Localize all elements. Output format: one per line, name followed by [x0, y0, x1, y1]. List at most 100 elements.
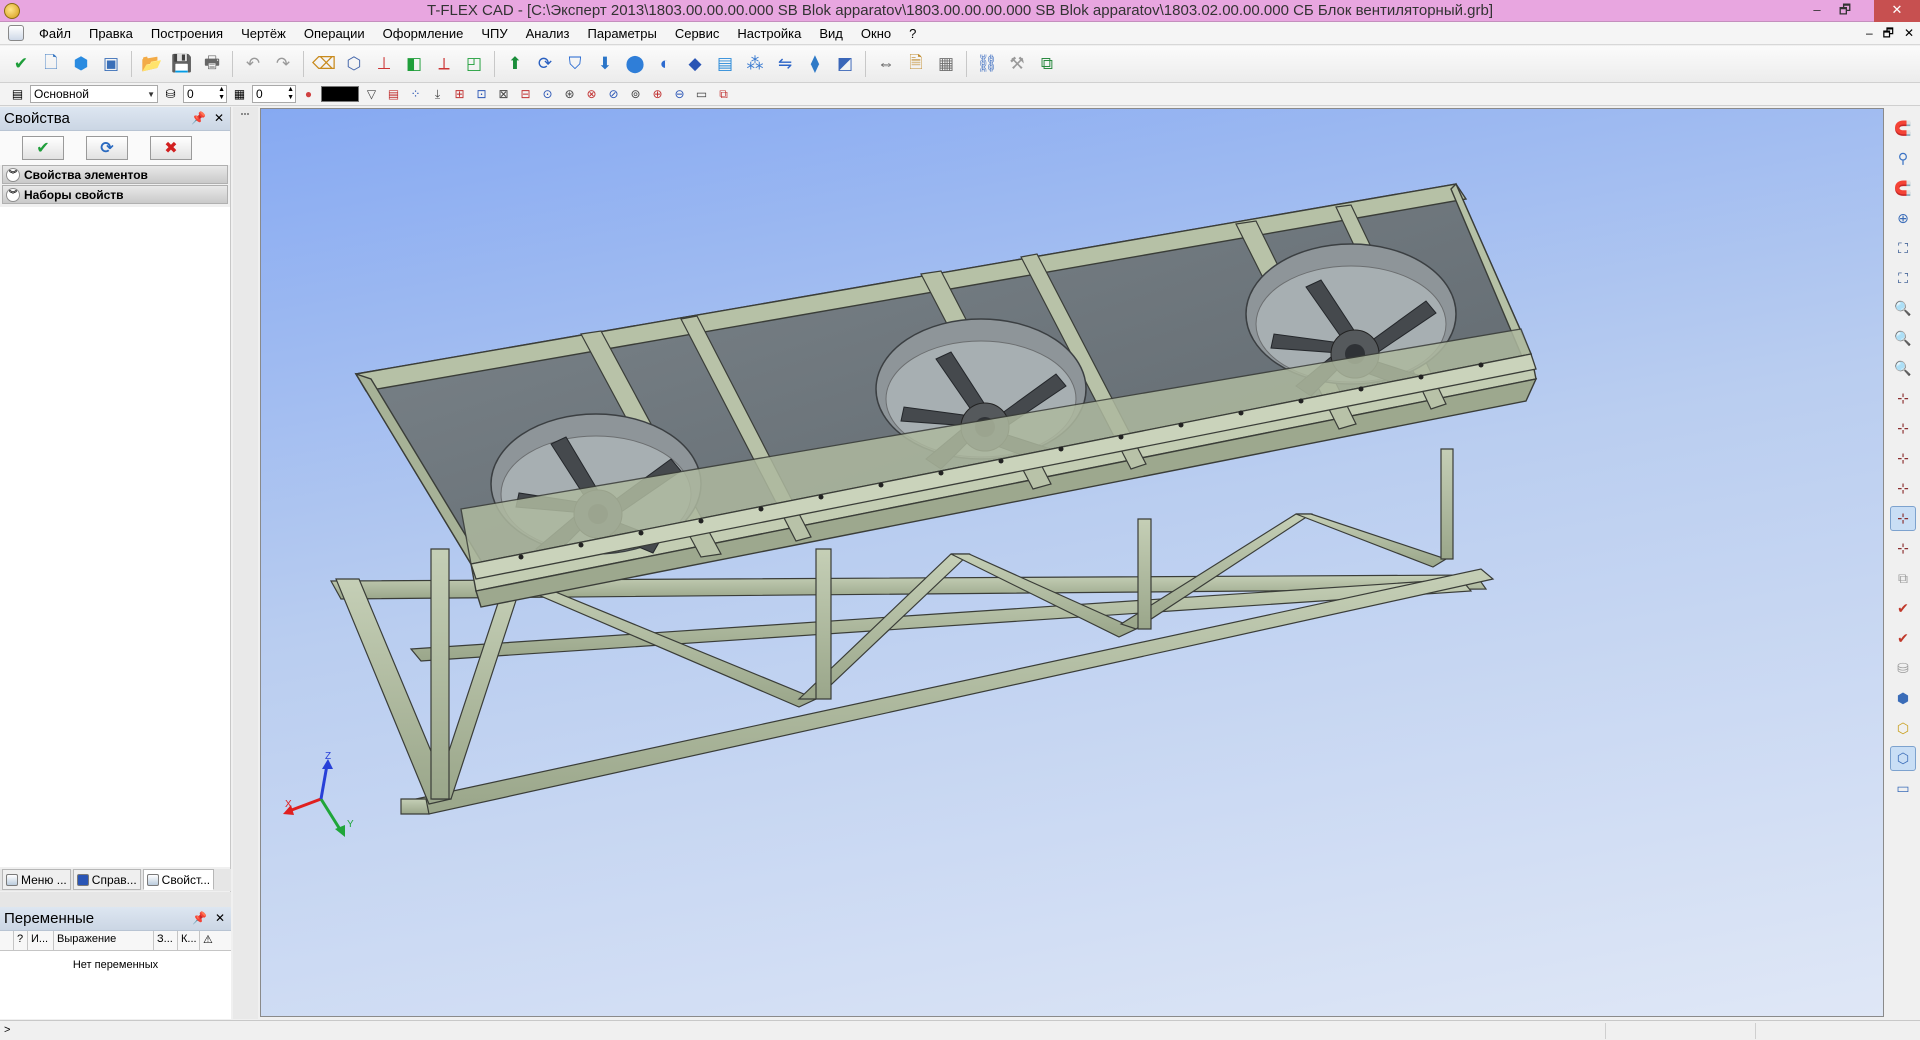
check-body-icon[interactable]: ✔: [1890, 596, 1916, 621]
loft-icon[interactable]: ⛉: [562, 50, 588, 78]
section-property-sets[interactable]: ︾ Наборы свойств: [2, 185, 228, 204]
column-header[interactable]: З...: [154, 931, 178, 950]
close-icon[interactable]: ✕: [215, 911, 225, 925]
node-icon[interactable]: ⁘: [406, 85, 425, 104]
frame-icon[interactable]: ▭: [1890, 776, 1916, 801]
open-folder-icon[interactable]: 📂: [139, 50, 165, 78]
calculator-icon[interactable]: ▦: [933, 50, 959, 78]
coordinate-system-icon[interactable]: ⟂: [431, 50, 457, 78]
print-icon[interactable]: 🖶: [199, 50, 225, 78]
snap-custom-icon[interactable]: ⧉: [714, 85, 733, 104]
column-header[interactable]: Выражение: [54, 931, 154, 950]
snap-end-icon[interactable]: ⊠: [494, 85, 513, 104]
chamfer-icon[interactable]: ◆: [682, 50, 708, 78]
snap-quadrant-icon[interactable]: ⊖: [670, 85, 689, 104]
column-header[interactable]: ?: [14, 931, 28, 950]
undo-icon[interactable]: ↶: [240, 50, 266, 78]
snap-vertex-icon[interactable]: ⊹: [1890, 536, 1916, 561]
tab-help[interactable]: Справ...: [72, 869, 141, 890]
profile-icon[interactable]: ◧: [401, 50, 427, 78]
snap-active-icon[interactable]: ⊹: [1890, 506, 1916, 531]
column-header[interactable]: К...: [178, 931, 200, 950]
menu-item-10[interactable]: Настройка: [728, 22, 810, 45]
eraser-icon[interactable]: ⌫: [311, 50, 337, 78]
menu-item-7[interactable]: Анализ: [517, 22, 579, 45]
document-icon[interactable]: [8, 25, 24, 41]
magnet-icon[interactable]: 🧲: [1890, 116, 1916, 141]
command-prompt[interactable]: >: [4, 1024, 10, 1036]
extrusion-icon[interactable]: ⬆: [502, 50, 528, 78]
save-icon[interactable]: 💾: [169, 50, 195, 78]
workplane-icon[interactable]: ◰: [461, 50, 487, 78]
tools-icon[interactable]: ⚒: [1004, 50, 1030, 78]
sheet-metal-icon[interactable]: ⧫: [802, 50, 828, 78]
menu-item-13[interactable]: ?: [900, 22, 925, 45]
snap-icon[interactable]: ⤓: [428, 85, 447, 104]
snap-face-icon[interactable]: ⊹: [1890, 476, 1916, 501]
3d-model-icon[interactable]: ⬢: [68, 50, 94, 78]
menu-item-12[interactable]: Окно: [852, 22, 900, 45]
check-face-icon[interactable]: ✔: [1890, 626, 1916, 651]
panel-splitter[interactable]: [233, 107, 258, 1019]
snap-vertex-icon[interactable]: ⊕: [648, 85, 667, 104]
menu-item-11[interactable]: Вид: [810, 22, 852, 45]
layer-select[interactable]: Основной ▼: [30, 85, 158, 103]
panel-divider[interactable]: [0, 892, 231, 907]
section-element-properties[interactable]: ︾ Свойства элементов: [2, 165, 228, 184]
3d-viewport[interactable]: Z X Y: [260, 108, 1884, 1017]
snap-center-icon[interactable]: ⊙: [538, 85, 557, 104]
snap-edge-icon[interactable]: ⊹: [1890, 446, 1916, 471]
copy-icon[interactable]: ⧉: [1890, 566, 1916, 591]
menu-item-5[interactable]: Оформление: [374, 22, 473, 45]
array-icon[interactable]: ⁂: [742, 50, 768, 78]
fit-page-icon[interactable]: ⛶: [1890, 266, 1916, 291]
new-file-icon[interactable]: 🗋: [38, 50, 64, 78]
snap-intersection-icon[interactable]: ⊗: [582, 85, 601, 104]
zoom-previous-icon[interactable]: 🔍: [1890, 356, 1916, 381]
level1-stepper[interactable]: 0 ▲ ▼: [183, 85, 227, 103]
tab-menu[interactable]: Меню ...: [2, 869, 71, 890]
column-header[interactable]: [0, 931, 14, 950]
snap-grid-icon[interactable]: ⊞: [450, 85, 469, 104]
menu-item-3[interactable]: Чертёж: [232, 22, 295, 45]
cancel-button[interactable]: ✖: [150, 136, 192, 160]
redo-icon[interactable]: ↷: [270, 50, 296, 78]
menu-item-4[interactable]: Операции: [295, 22, 374, 45]
close-icon[interactable]: ✕: [214, 111, 224, 125]
snap-tangent-icon[interactable]: ⊛: [560, 85, 579, 104]
measure-icon[interactable]: ⇔: [873, 50, 899, 78]
mdi-minimize-icon[interactable]: –: [1866, 22, 1873, 45]
minimize-icon[interactable]: –: [1802, 0, 1832, 22]
snap-line-icon[interactable]: ⊡: [472, 85, 491, 104]
shade-icon[interactable]: ⬢: [1890, 686, 1916, 711]
zoom-window-icon[interactable]: ⊕: [1890, 206, 1916, 231]
pin-icon[interactable]: 📌: [192, 911, 207, 925]
level2-stepper[interactable]: 0 ▲ ▼: [252, 85, 296, 103]
magnet-off-icon[interactable]: ⚲: [1890, 146, 1916, 171]
smooth-icon[interactable]: ◐: [652, 50, 678, 78]
mdi-restore-icon[interactable]: 🗗: [1883, 22, 1894, 45]
axis-icon[interactable]: ⊥: [371, 50, 397, 78]
stepper-arrows-icon[interactable]: ▲ ▼: [218, 86, 225, 102]
menu-item-6[interactable]: ЧПУ: [472, 22, 516, 45]
section-icon[interactable]: ◩: [832, 50, 858, 78]
snap-point-icon[interactable]: ⊹: [1890, 416, 1916, 441]
report-icon[interactable]: 🗎: [903, 50, 929, 78]
link-icon[interactable]: ⛓: [974, 50, 1000, 78]
mdi-close-icon[interactable]: ✕: [1904, 22, 1914, 45]
maximize-icon[interactable]: 🗗: [1830, 0, 1860, 22]
filter-icon[interactable]: ▽: [362, 85, 381, 104]
menu-item-9[interactable]: Сервис: [666, 22, 729, 45]
menu-item-0[interactable]: Файл: [30, 22, 80, 45]
tab-properties[interactable]: Свойст...: [142, 869, 215, 890]
stepper-arrows-icon[interactable]: ▲ ▼: [287, 86, 294, 102]
menu-item-1[interactable]: Правка: [80, 22, 142, 45]
magnet-on-icon[interactable]: 🧲: [1890, 176, 1916, 201]
ok-button[interactable]: ✔: [22, 136, 64, 160]
checkmark-icon[interactable]: ✔: [8, 50, 34, 78]
refresh-button[interactable]: ⟳: [86, 136, 128, 160]
sweep-icon[interactable]: ⬇: [592, 50, 618, 78]
zoom-in-icon[interactable]: 🔍: [1890, 296, 1916, 321]
pin-icon[interactable]: 📌: [191, 111, 206, 125]
rotation-icon[interactable]: ⟳: [532, 50, 558, 78]
